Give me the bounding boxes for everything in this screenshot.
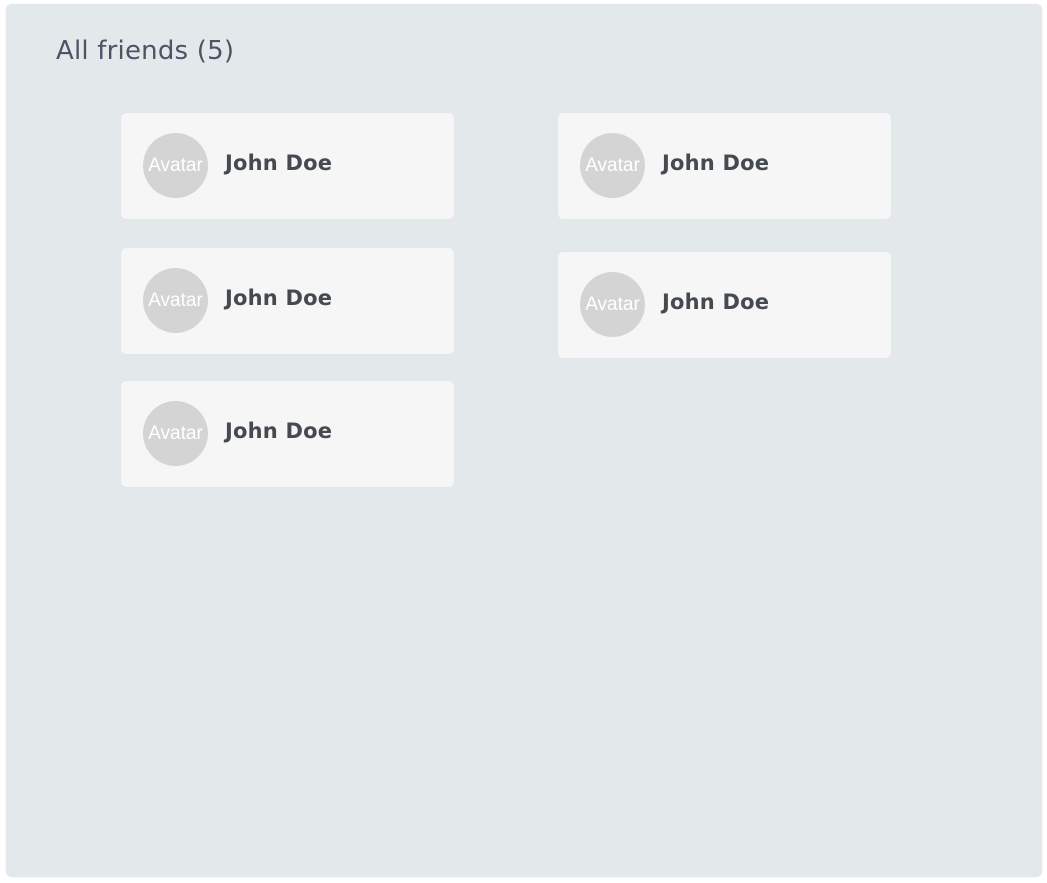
friend-name: John Doe <box>225 419 333 443</box>
avatar: Avatar <box>580 272 645 337</box>
friends-panel: All friends (5) Avatar John Doe Avatar J… <box>6 4 1042 877</box>
friend-name: John Doe <box>662 290 770 314</box>
avatar: Avatar <box>143 401 208 466</box>
avatar: Avatar <box>143 133 208 198</box>
friend-name: John Doe <box>662 151 770 175</box>
friend-name: John Doe <box>225 286 333 310</box>
friend-card[interactable]: Avatar John Doe <box>121 113 454 219</box>
page-title: All friends (5) <box>56 36 235 66</box>
avatar: Avatar <box>143 268 208 333</box>
friend-card[interactable]: Avatar John Doe <box>121 248 454 354</box>
avatar: Avatar <box>580 133 645 198</box>
friend-name: John Doe <box>225 151 333 175</box>
friend-card[interactable]: Avatar John Doe <box>558 113 891 219</box>
friend-card[interactable]: Avatar John Doe <box>558 252 891 358</box>
friend-card[interactable]: Avatar John Doe <box>121 381 454 487</box>
